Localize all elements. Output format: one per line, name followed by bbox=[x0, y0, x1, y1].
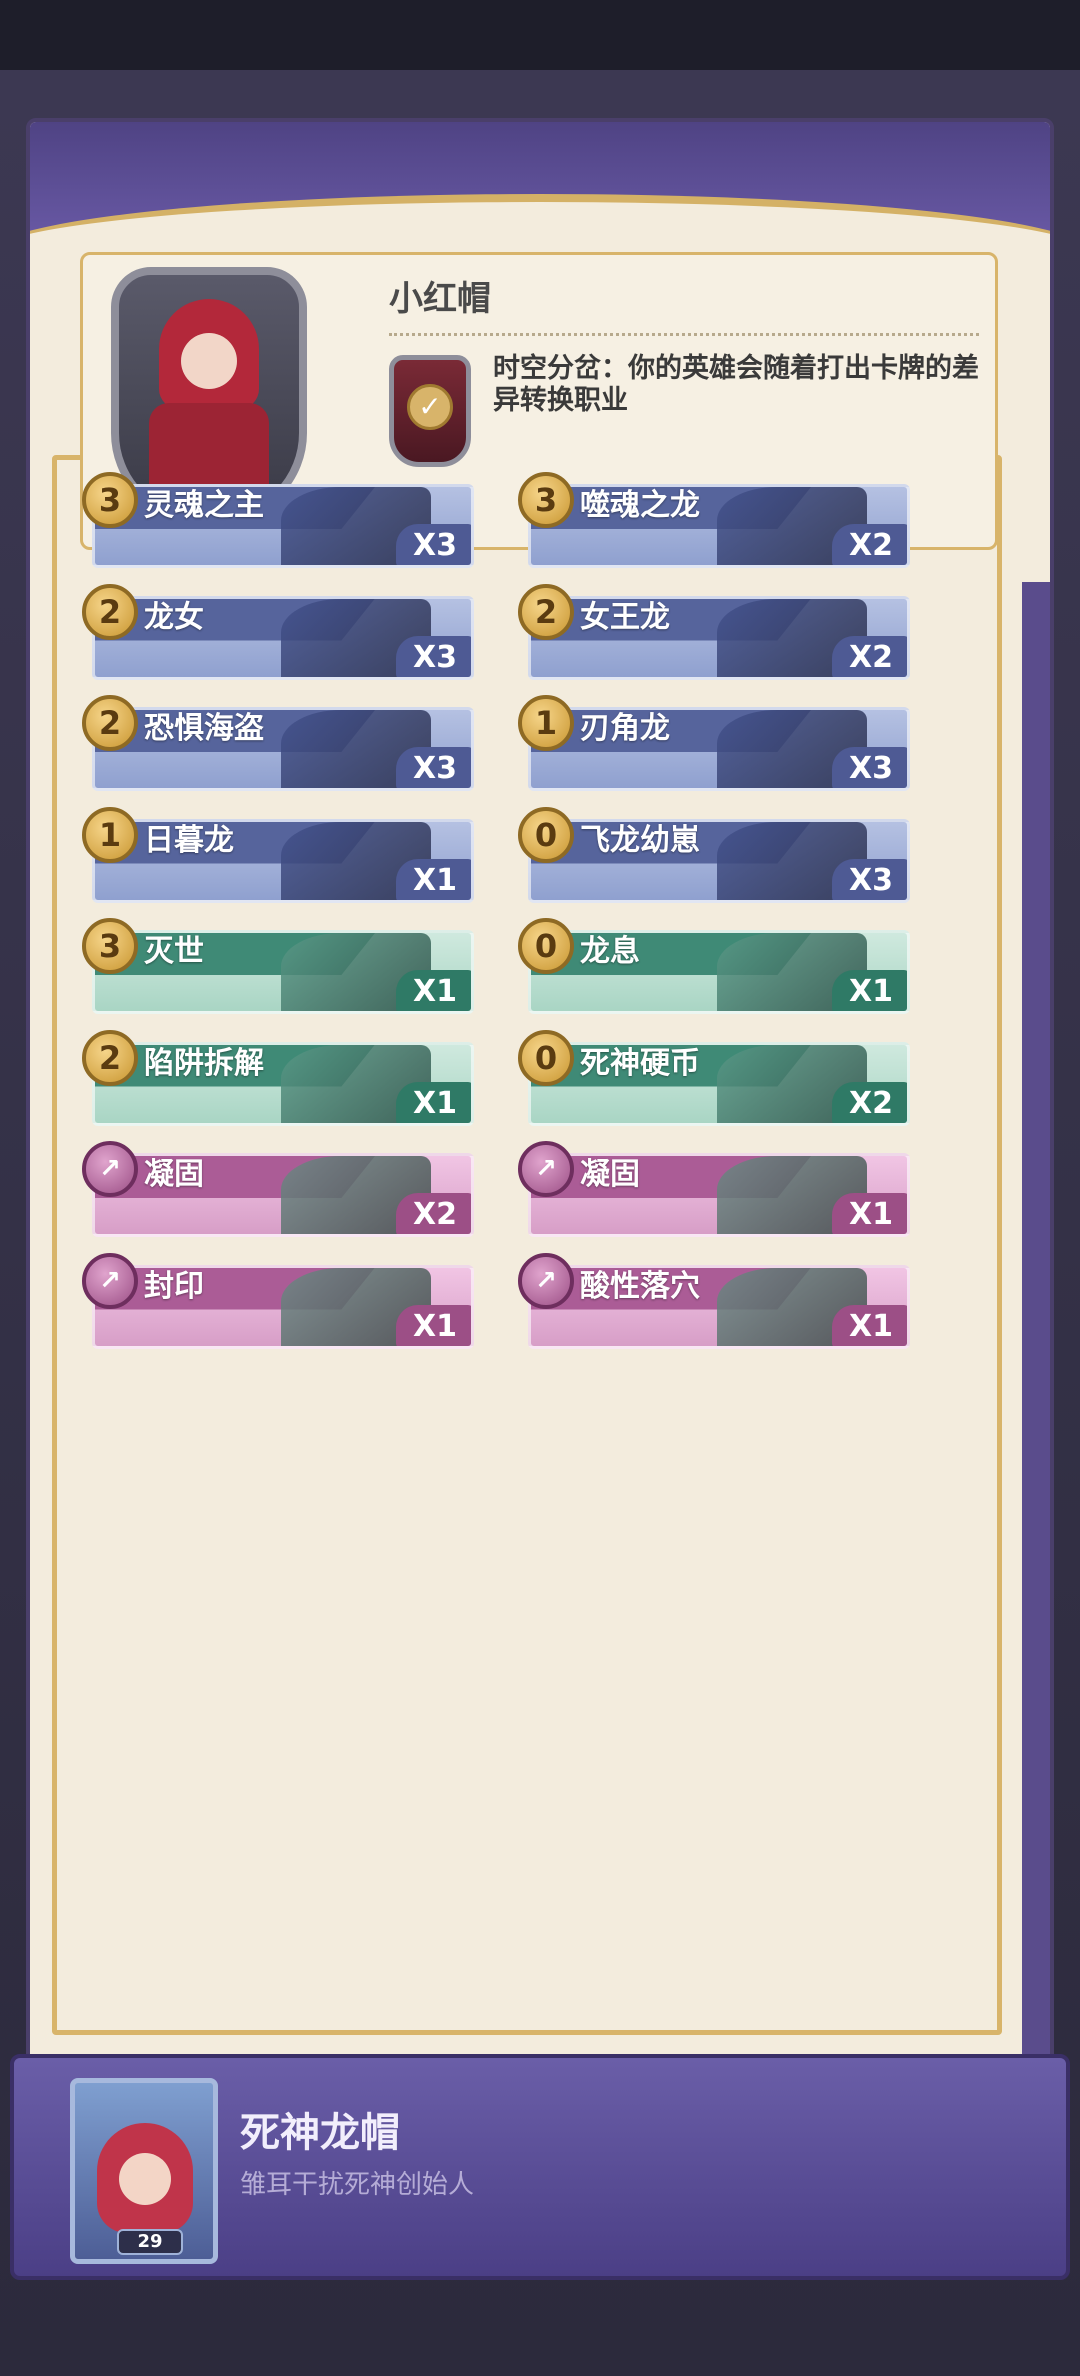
panel-header-decoration bbox=[30, 122, 1050, 292]
spell-cost-icon: ↗ bbox=[82, 1141, 138, 1197]
avatar-face bbox=[119, 2153, 171, 2205]
face-shape bbox=[181, 333, 237, 389]
card-name: 噬魂之龙 bbox=[580, 488, 700, 523]
hero-divider bbox=[389, 333, 979, 336]
card-item[interactable]: X1 3 灭世 bbox=[82, 918, 474, 1014]
card-count: X2 bbox=[396, 1193, 471, 1234]
deck-avatar[interactable]: 29 bbox=[70, 2078, 218, 2264]
panel-side-decoration bbox=[1022, 582, 1050, 2134]
card-cost: 2 bbox=[82, 695, 138, 751]
card-name: 日暮龙 bbox=[144, 822, 234, 858]
card-item[interactable]: X1 1 日暮龙 bbox=[82, 806, 474, 903]
ability-icon[interactable]: ✓ bbox=[389, 355, 471, 467]
card-item[interactable]: X3 2 龙女 bbox=[82, 583, 474, 680]
card-count: X2 bbox=[832, 635, 907, 677]
card-cost: 2 bbox=[82, 583, 138, 640]
card-count: X1 bbox=[396, 1081, 471, 1123]
card-cost: 2 bbox=[82, 1029, 138, 1086]
selected-deck-bar[interactable]: 29 死神龙帽 雏耳干扰死神创始人 bbox=[10, 2054, 1070, 2280]
card-name: 灭世 bbox=[144, 934, 204, 969]
card-cost: 2 bbox=[518, 583, 574, 640]
card-item[interactable]: X3 3 灵魂之主 bbox=[82, 472, 474, 568]
card-count: X1 bbox=[396, 858, 471, 900]
card-name: 恐惧海盗 bbox=[144, 711, 264, 746]
hero-name: 小红帽 bbox=[389, 279, 491, 319]
card-count: X3 bbox=[396, 635, 471, 677]
card-name: 龙息 bbox=[580, 934, 640, 969]
card-item[interactable]: X2 0 死神硬币 bbox=[518, 1029, 910, 1126]
card-count: X3 bbox=[396, 524, 471, 565]
card-cost: 3 bbox=[82, 472, 138, 528]
card-name: 陷阱拆解 bbox=[144, 1045, 264, 1081]
card-name: 酸性落穴 bbox=[580, 1268, 700, 1304]
card-name: 女王龙 bbox=[580, 599, 670, 635]
card-count: X1 bbox=[396, 970, 471, 1011]
card-cost: 1 bbox=[518, 695, 574, 751]
card-name: 封印 bbox=[144, 1268, 204, 1304]
card-item[interactable]: X1 ↗ 封印 bbox=[82, 1252, 474, 1349]
card-count: X2 bbox=[832, 524, 907, 565]
card-item[interactable]: X1 2 陷阱拆解 bbox=[82, 1029, 474, 1126]
card-name: 凝固 bbox=[144, 1157, 204, 1192]
card-name: 刃角龙 bbox=[580, 711, 670, 746]
card-name: 灵魂之主 bbox=[144, 488, 264, 523]
card-name: 死神硬币 bbox=[580, 1045, 700, 1081]
card-cost: 3 bbox=[82, 918, 138, 974]
card-count: X1 bbox=[396, 1304, 471, 1346]
card-item[interactable]: X2 2 女王龙 bbox=[518, 583, 910, 680]
card-count: X3 bbox=[832, 747, 907, 788]
spell-cost-icon: ↗ bbox=[518, 1141, 574, 1197]
card-cost: 3 bbox=[518, 472, 574, 528]
card-list-frame bbox=[52, 455, 1002, 2035]
card-count: X1 bbox=[832, 970, 907, 1011]
card-count: X1 bbox=[832, 1304, 907, 1346]
card-item[interactable]: X1 ↗ 酸性落穴 bbox=[518, 1252, 910, 1349]
ability-description: 时空分岔：你的英雄会随着打出卡牌的差异转换职业 bbox=[493, 353, 979, 416]
card-item[interactable]: X2 3 噬魂之龙 bbox=[518, 472, 910, 568]
card-item[interactable]: X3 0 飞龙幼崽 bbox=[518, 806, 910, 903]
card-cost: 0 bbox=[518, 1029, 574, 1086]
checkmark-icon: ✓ bbox=[407, 384, 453, 430]
card-count: X2 bbox=[832, 1081, 907, 1123]
card-count: X3 bbox=[832, 858, 907, 900]
deck-level-badge: 29 bbox=[117, 2229, 183, 2255]
card-item[interactable]: X2 ↗ 凝固 bbox=[82, 1141, 474, 1237]
card-name: 龙女 bbox=[144, 599, 204, 635]
card-cost: 0 bbox=[518, 918, 574, 974]
card-count: X1 bbox=[832, 1193, 907, 1234]
card-item[interactable]: X1 0 龙息 bbox=[518, 918, 910, 1014]
card-name: 凝固 bbox=[580, 1157, 640, 1192]
deck-title: 死神龙帽 bbox=[240, 2110, 400, 2156]
spell-cost-icon: ↗ bbox=[82, 1252, 138, 1309]
card-count: X3 bbox=[396, 747, 471, 788]
spell-cost-icon: ↗ bbox=[518, 1252, 574, 1309]
card-item[interactable]: X3 1 刃角龙 bbox=[518, 695, 910, 791]
deck-subtitle: 雏耳干扰死神创始人 bbox=[240, 2170, 475, 2200]
card-cost: 0 bbox=[518, 806, 574, 863]
card-name: 飞龙幼崽 bbox=[580, 822, 700, 858]
card-cost: 1 bbox=[82, 806, 138, 863]
card-item[interactable]: X1 ↗ 凝固 bbox=[518, 1141, 910, 1237]
card-item[interactable]: X3 2 恐惧海盗 bbox=[82, 695, 474, 791]
